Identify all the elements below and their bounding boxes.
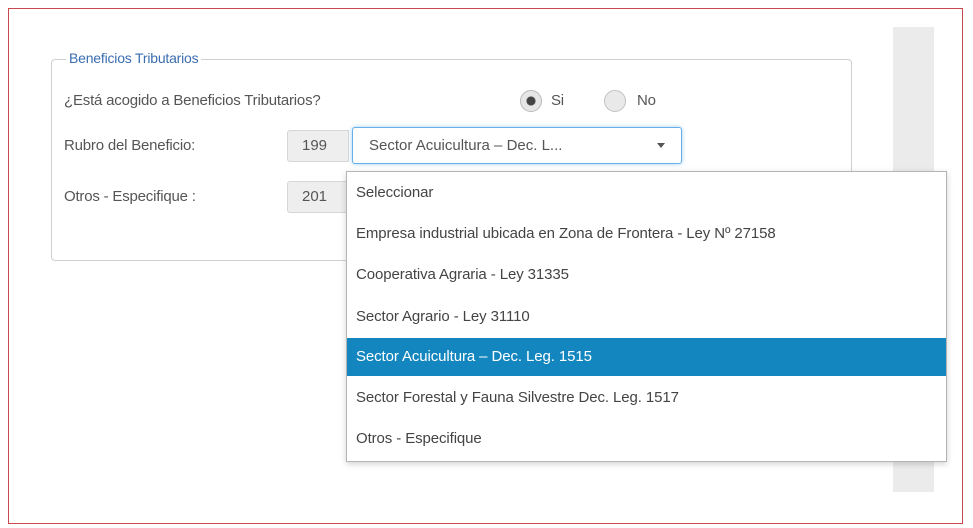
rubro-label: Rubro del Beneficio: — [64, 137, 196, 154]
dropdown-option[interactable]: Cooperativa Agraria - Ley 31335 — [347, 256, 946, 294]
dropdown-option-selected[interactable]: Sector Acuicultura – Dec. Leg. 1515 — [347, 338, 946, 376]
rubro-select[interactable]: Sector Acuicultura – Dec. L... — [352, 127, 682, 164]
rubro-code-field: 199 — [287, 130, 349, 162]
caret-down-icon — [657, 143, 665, 148]
dropdown-option[interactable]: Otros - Especifique — [347, 420, 946, 458]
otros-code-field: 201 — [287, 181, 349, 213]
dropdown-option[interactable]: Seleccionar — [347, 174, 946, 212]
rubro-dropdown-list: Seleccionar Empresa industrial ubicada e… — [346, 171, 947, 462]
dropdown-option[interactable]: Sector Agrario - Ley 31110 — [347, 298, 946, 336]
otros-label: Otros - Especifique : — [64, 188, 196, 205]
radio-si-label: Si — [551, 92, 564, 109]
fieldset-legend: Beneficios Tributarios — [66, 50, 202, 66]
radio-no[interactable] — [604, 90, 626, 112]
radio-no-label: No — [637, 92, 656, 109]
radio-si[interactable] — [520, 90, 542, 112]
dropdown-option[interactable]: Sector Forestal y Fauna Silvestre Dec. L… — [347, 379, 946, 417]
dropdown-option[interactable]: Empresa industrial ubicada en Zona de Fr… — [347, 215, 946, 253]
rubro-select-value: Sector Acuicultura – Dec. L... — [369, 137, 563, 154]
question-label: ¿Está acogido a Beneficios Tributarios? — [64, 92, 321, 109]
